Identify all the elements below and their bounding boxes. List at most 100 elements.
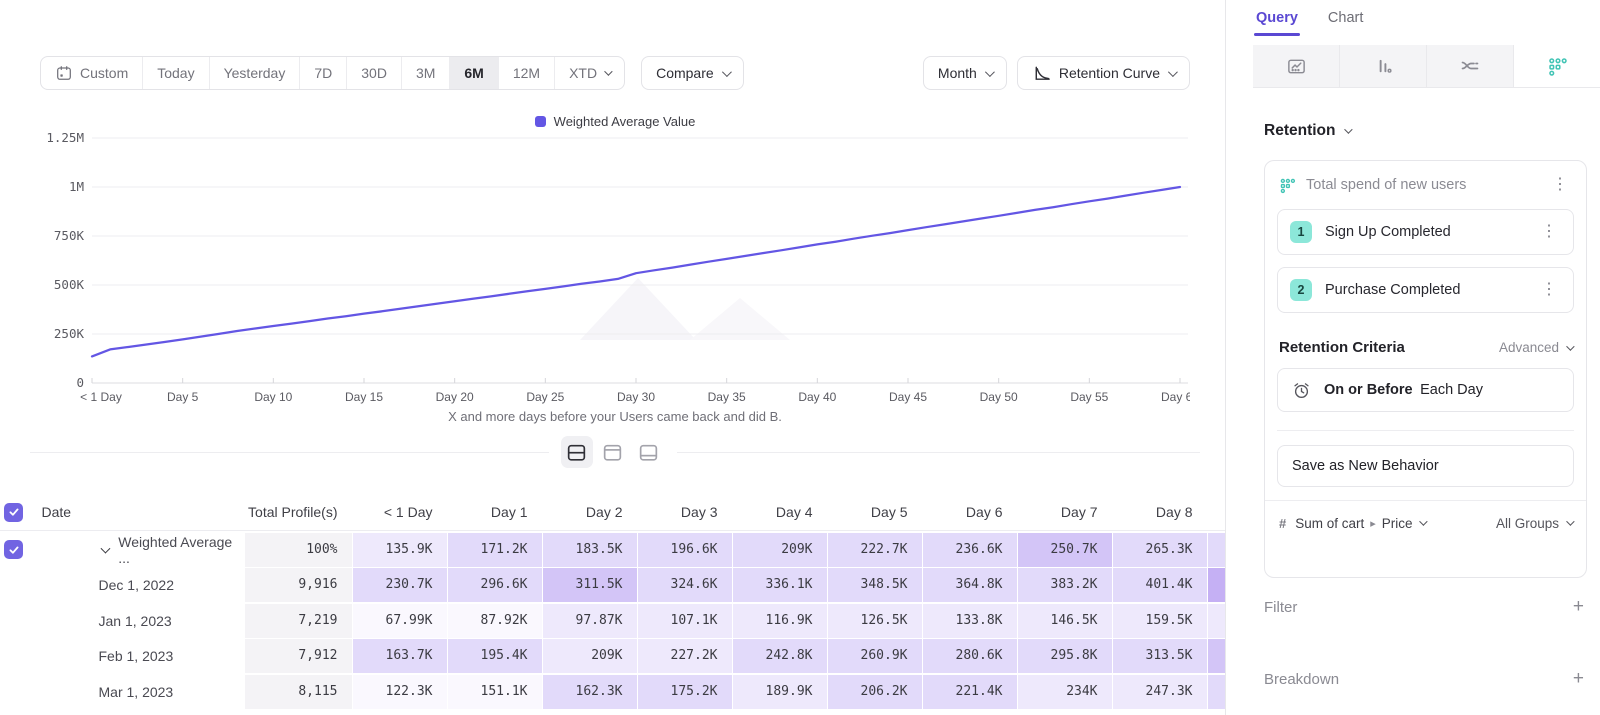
retention-value-cell-cut <box>1208 639 1225 673</box>
row-date-cell[interactable]: Mar 1, 2023 <box>42 675 244 709</box>
day-column-header[interactable]: Day 1 <box>448 504 542 520</box>
kebab-menu-icon[interactable]: ⋮ <box>1537 280 1561 300</box>
range-label: 3M <box>416 65 435 81</box>
compare-button[interactable]: Compare <box>641 56 744 90</box>
range-6m[interactable]: 6M <box>450 57 498 89</box>
range-xtd[interactable]: XTD <box>555 57 624 89</box>
criteria-mode-label: Advanced <box>1499 340 1559 355</box>
header-checkbox-cell <box>0 503 40 522</box>
retention-value-cell-cut <box>1208 604 1225 638</box>
table-row: Dec 1, 20229,916230.7K296.6K311.5K324.6K… <box>0 568 1225 602</box>
kebab-menu-icon[interactable]: ⋮ <box>1537 222 1561 242</box>
date-column-header[interactable]: Date <box>42 504 244 520</box>
groups-dropdown[interactable]: All Groups <box>1496 516 1572 531</box>
retention-value-cell-cut <box>1208 568 1225 602</box>
chart-only-view-toggle[interactable] <box>597 436 629 468</box>
chevron-down-icon <box>1566 517 1574 525</box>
range-yesterday[interactable]: Yesterday <box>210 57 301 89</box>
table-only-view-toggle[interactable] <box>633 436 665 468</box>
expand-chevron-icon[interactable] <box>100 543 110 553</box>
row-date-cell[interactable]: Jan 1, 2023 <box>42 604 244 638</box>
retention-value-cell: 324.6K <box>638 568 732 602</box>
row-date-cell[interactable]: Weighted Average ... <box>42 533 244 567</box>
retention-condition-row[interactable]: On or Before Each Day <box>1277 368 1574 412</box>
day-column-header[interactable]: Day 3 <box>638 504 732 520</box>
retention-value-cell: 97.87K <box>543 604 637 638</box>
calendar-icon <box>55 64 73 82</box>
x-axis-tick-label: Day 30 <box>617 390 655 404</box>
behavior-card-header: Total spend of new users ⋮ <box>1265 161 1586 209</box>
groups-label: All Groups <box>1496 516 1559 531</box>
day-column-header[interactable]: Day 8 <box>1113 504 1207 520</box>
row-checkbox-cell <box>0 540 40 559</box>
retention-criteria-label: Retention Criteria <box>1279 339 1499 356</box>
toolbar: CustomTodayYesterday 7D 30D 3M 6M 12M XTD Comp… <box>40 56 1190 90</box>
step-event-label: Purchase Completed <box>1325 282 1524 298</box>
chart-legend: Weighted Average Value <box>40 114 1190 129</box>
range-today[interactable]: Today <box>143 57 209 89</box>
retention-value-cell-cut <box>1208 533 1225 567</box>
range-3m[interactable]: 3M <box>402 57 450 89</box>
range-label: XTD <box>569 65 597 81</box>
row-date-cell[interactable]: Feb 1, 2023 <box>42 639 244 673</box>
kebab-menu-icon[interactable]: ⋮ <box>1548 175 1572 195</box>
day-column-header[interactable]: Day 5 <box>828 504 922 520</box>
retention-tab-icon[interactable] <box>1514 45 1600 87</box>
retention-value-cell: 146.5K <box>1018 604 1112 638</box>
retention-value-cell: 250.7K <box>1018 533 1112 567</box>
y-axis-tick-label: 0 <box>76 375 84 390</box>
retention-curve-icon <box>1032 64 1051 83</box>
x-axis-tick-label: < 1 Day <box>80 390 122 404</box>
retention-dots-icon <box>1279 177 1296 194</box>
row-date-cell[interactable]: Dec 1, 2022 <box>42 568 244 602</box>
chart-type-label: Retention Curve <box>1059 65 1160 81</box>
insights-tab-icon[interactable] <box>1253 45 1340 87</box>
range-custom[interactable]: Custom <box>41 57 143 89</box>
x-axis-tick-label: Day 55 <box>1070 390 1108 404</box>
criteria-mode-dropdown[interactable]: Advanced <box>1499 340 1572 355</box>
tab-chart[interactable]: Chart <box>1328 10 1363 36</box>
range-label: 6M <box>464 65 483 81</box>
granularity-button[interactable]: Month <box>923 56 1007 90</box>
select-all-checkbox[interactable] <box>4 503 23 522</box>
retention-value-cell: 234K <box>1018 675 1112 709</box>
save-as-new-behavior-label: Save as New Behavior <box>1292 458 1439 474</box>
report-type-dropdown[interactable]: Retention <box>1264 122 1350 140</box>
chart-type-button[interactable]: Retention Curve <box>1017 56 1190 90</box>
save-as-new-behavior-button[interactable]: Save as New Behavior <box>1277 445 1574 487</box>
total-profiles-value: 8,115 <box>245 675 352 709</box>
day-column-header[interactable]: < 1 Day <box>353 504 447 520</box>
breakdown-section: Breakdown + <box>1264 668 1584 690</box>
x-axis-tick-label: Day 5 <box>167 390 199 404</box>
retention-value-cell: 122.3K <box>353 675 447 709</box>
x-axis-tick-label: Day 10 <box>254 390 292 404</box>
number-type-icon: # <box>1279 516 1286 531</box>
behavior-step-2[interactable]: 2Purchase Completed⋮ <box>1277 267 1574 313</box>
day-column-header[interactable]: Day 4 <box>733 504 827 520</box>
total-profiles-column-header[interactable]: Total Profile(s) <box>245 504 352 520</box>
add-filter-icon[interactable]: + <box>1573 596 1584 618</box>
retention-value-cell: 348.5K <box>828 568 922 602</box>
flows-tab-icon[interactable] <box>1427 45 1514 87</box>
day-column-header[interactable]: Day 2 <box>543 504 637 520</box>
behavior-step-1[interactable]: 1Sign Up Completed⋮ <box>1277 209 1574 255</box>
range-label: 7D <box>314 65 332 81</box>
retention-value-cell: 311.5K <box>543 568 637 602</box>
add-breakdown-icon[interactable]: + <box>1573 668 1584 690</box>
range-7d[interactable]: 7D <box>300 57 347 89</box>
day-column-header[interactable]: Day 7 <box>1018 504 1112 520</box>
range-30d[interactable]: 30D <box>347 57 402 89</box>
split-view-toggle[interactable] <box>561 436 593 468</box>
measure-dropdown[interactable]: Sum of cart ▸ Price <box>1295 516 1487 531</box>
table-row: Mar 1, 20238,115122.3K151.1K162.3K175.2K… <box>0 675 1225 709</box>
retention-value-cell: 195.4K <box>448 639 542 673</box>
tab-query[interactable]: Query <box>1256 10 1298 36</box>
day-column-header[interactable]: Day 6 <box>923 504 1017 520</box>
row-checkbox[interactable] <box>4 540 23 559</box>
retention-value-cell: 175.2K <box>638 675 732 709</box>
x-axis-tick-label: Day 25 <box>526 390 564 404</box>
retention-value-cell: 135.9K <box>353 533 447 567</box>
retention-value-cell: 87.92K <box>448 604 542 638</box>
range-12m[interactable]: 12M <box>499 57 555 89</box>
funnels-tab-icon[interactable] <box>1340 45 1427 87</box>
